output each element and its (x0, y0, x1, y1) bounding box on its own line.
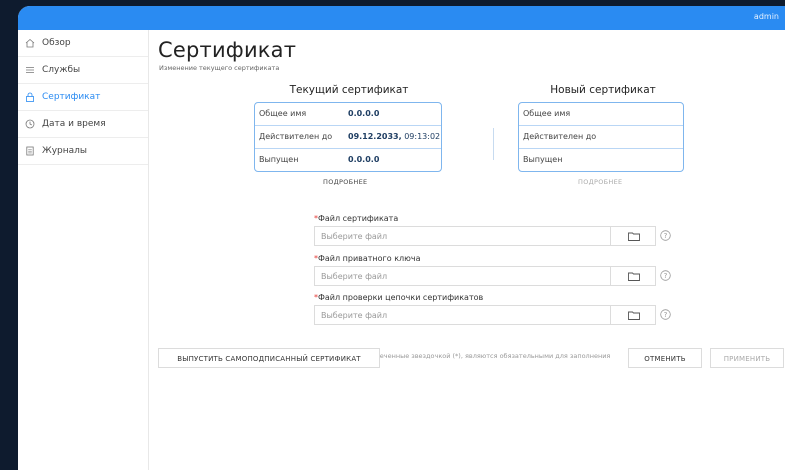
private-key-file-browse-button[interactable] (610, 266, 656, 286)
help-icon[interactable]: ? (660, 230, 671, 241)
app-window: admin Обзор Службы Сертификат Дата и вре… (18, 6, 785, 470)
sidebar-item-services[interactable]: Службы (18, 57, 148, 84)
issue-self-signed-button[interactable]: ВЫПУСТИТЬ САМОПОДПИСАННЫЙ СЕРТИФИКАТ (158, 348, 380, 368)
home-icon (25, 38, 35, 48)
sidebar-item-label: Дата и время (42, 119, 106, 129)
certificate-file-label: *Файл сертификата (314, 214, 398, 223)
list-icon (26, 67, 34, 73)
top-bar: admin (18, 6, 785, 30)
cert-row-key: Общее имя (523, 109, 571, 118)
help-icon[interactable]: ? (660, 270, 671, 281)
help-icon[interactable]: ? (660, 309, 671, 320)
chain-file-input[interactable]: Выберите файл (314, 305, 610, 325)
cert-row-key: Действителен до (259, 132, 333, 141)
page-subtitle: Изменение текущего сертификата (159, 64, 280, 72)
chain-file-browse-button[interactable] (610, 305, 656, 325)
cert-row-issuer: Выпущен (519, 149, 683, 171)
cert-row-common-name: Общее имя (519, 103, 683, 126)
cert-row-issuer: Выпущен 0.0.0.0 (255, 149, 441, 171)
page-title: Сертификат (158, 38, 297, 62)
sidebar: Обзор Службы Сертификат Дата и время Жур… (18, 30, 149, 470)
sidebar-item-label: Службы (42, 65, 81, 75)
cancel-button[interactable]: ОТМЕНИТЬ (628, 348, 702, 368)
divider (493, 128, 494, 160)
folder-icon (628, 232, 640, 241)
cert-row-key: Действителен до (523, 132, 597, 141)
cert-row-value: 0.0.0.0 (348, 149, 379, 171)
sidebar-item-logs[interactable]: Журналы (18, 138, 148, 165)
required-fields-hint: Поля, отмеченные звездочкой (*), являютс… (346, 352, 611, 360)
certificate-file-browse-button[interactable] (610, 226, 656, 246)
cert-row-value: 0.0.0.0 (348, 103, 379, 125)
cert-value-time: 09:13:02 (401, 132, 441, 141)
svg-text:?: ? (664, 232, 668, 240)
sidebar-item-certificate[interactable]: Сертификат (18, 84, 148, 111)
new-cert-table: Общее имя Действителен до Выпущен (518, 102, 684, 172)
svg-text:?: ? (664, 272, 668, 280)
folder-icon (628, 311, 640, 320)
cert-row-valid-until: Действителен до 09.12.2033, 09:13:02 (255, 126, 441, 149)
lock-icon (26, 92, 34, 102)
new-cert-details-link: ПОДРОБНЕЕ (578, 178, 623, 186)
certificate-file-input[interactable]: Выберите файл (314, 226, 610, 246)
cert-row-key: Общее имя (259, 109, 307, 118)
user-menu[interactable]: admin (754, 12, 779, 21)
current-cert-heading: Текущий сертификат (289, 84, 409, 96)
sidebar-item-label: Сертификат (42, 92, 101, 102)
field-label-text: Файл проверки цепочки сертификатов (318, 293, 484, 302)
cert-row-key: Выпущен (259, 155, 299, 164)
chain-file-label: *Файл проверки цепочки сертификатов (314, 293, 483, 302)
field-label-text: Файл приватного ключа (318, 254, 421, 263)
main-content: Сертификат Изменение текущего сертификат… (148, 30, 785, 470)
sidebar-item-datetime[interactable]: Дата и время (18, 111, 148, 138)
field-label-text: Файл сертификата (318, 214, 399, 223)
apply-button: ПРИМЕНИТЬ (710, 348, 784, 368)
cert-row-valid-until: Действителен до (519, 126, 683, 149)
clock-icon (25, 119, 35, 129)
cert-row-value: 09.12.2033, 09:13:02 (348, 126, 440, 148)
cert-value-issuer: 0.0.0.0 (348, 155, 380, 164)
private-key-file-input[interactable]: Выберите файл (314, 266, 610, 286)
private-key-file-label: *Файл приватного ключа (314, 254, 421, 263)
cert-row-key: Выпущен (523, 155, 563, 164)
cert-row-common-name: Общее имя 0.0.0.0 (255, 103, 441, 126)
current-cert-details-link[interactable]: ПОДРОБНЕЕ (323, 178, 367, 186)
svg-text:?: ? (664, 311, 668, 319)
sidebar-item-overview[interactable]: Обзор (18, 30, 148, 57)
new-cert-heading: Новый сертификат (550, 84, 656, 96)
document-icon (26, 146, 34, 156)
current-cert-table: Общее имя 0.0.0.0 Действителен до 09.12.… (254, 102, 442, 172)
sidebar-item-label: Журналы (42, 146, 87, 156)
sidebar-item-label: Обзор (42, 38, 71, 48)
cert-value-common-name: 0.0.0.0 (348, 109, 380, 118)
folder-icon (628, 272, 640, 281)
cert-value-date: 09.12.2033, (348, 132, 402, 141)
